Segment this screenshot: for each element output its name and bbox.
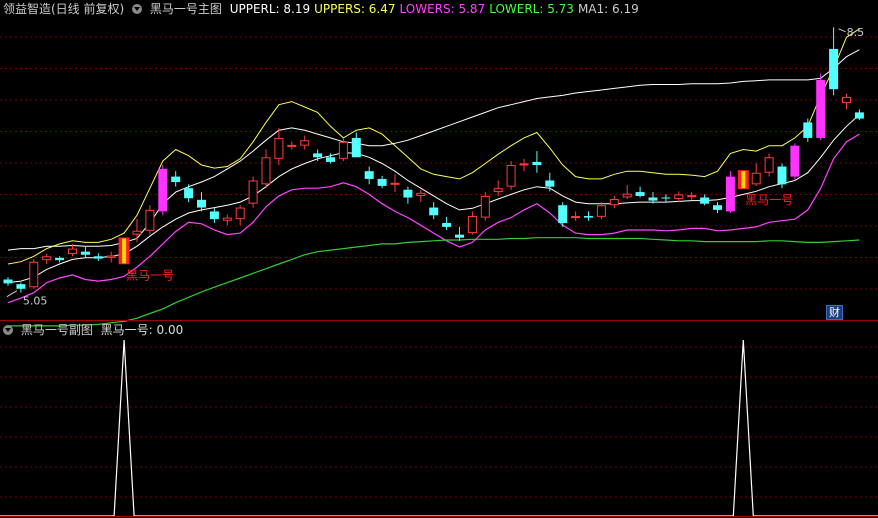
high-price-label: 8.5 [847, 26, 865, 39]
candle-body [351, 137, 361, 158]
candle-body [42, 256, 52, 261]
candle-body [68, 248, 77, 254]
candle-body [584, 216, 593, 218]
candle-body [29, 261, 39, 288]
candle-body [790, 145, 800, 177]
candle-body [506, 165, 516, 187]
candle-body [816, 79, 826, 138]
candle-body [287, 144, 297, 147]
candle-body [674, 194, 684, 200]
candle-body [222, 217, 232, 221]
main-indicator-name[interactable]: 黑马一号主图 [150, 2, 222, 16]
candle-body [338, 141, 348, 159]
candle-body [648, 197, 658, 201]
line-heima-sub [0, 339, 878, 517]
candle-body [803, 122, 813, 138]
candle-body [480, 195, 490, 218]
candle-body [467, 216, 477, 234]
sub-indicator-name[interactable]: 黑马一号副图 [21, 323, 93, 337]
candle-body [377, 178, 387, 186]
candle-body [171, 176, 181, 183]
chart-canvas: 黑马一号黑马一号5.058.5 [0, 26, 878, 517]
candle-body [80, 251, 90, 255]
sub-header: 黑马一号副图 黑马一号: 0.00 [3, 322, 187, 338]
candle-body [455, 234, 464, 238]
candle-body [326, 157, 335, 162]
candle-body [725, 176, 735, 212]
low-price-label: 5.05 [23, 295, 48, 308]
indicator-value-3: LOWERL: 5.73 [489, 2, 574, 16]
sub-indicator-dropdown-icon[interactable] [3, 325, 13, 335]
candle-body [571, 216, 581, 219]
candle-body [842, 96, 851, 104]
candle-body [558, 205, 568, 224]
candle-body [313, 153, 323, 158]
candle-body [197, 199, 206, 208]
main-grid [0, 36, 878, 290]
candle-body [158, 168, 168, 212]
candle-body [248, 180, 258, 204]
candle-body [713, 205, 722, 210]
candle-body [661, 197, 671, 199]
candle-body [93, 256, 103, 259]
candle-body [609, 199, 619, 206]
indicator-value-0: UPPERL: 8.19 [229, 2, 311, 16]
sub-indicator-plot [0, 339, 878, 517]
indicator-value-2: LOWERS: 5.87 [399, 2, 486, 16]
candle-body [764, 157, 774, 173]
candle-body [854, 112, 864, 119]
indicator-value-4: MA1: 6.19 [577, 2, 639, 16]
stock-title: 领益智造(日线 前复权) [3, 2, 125, 16]
line-upperl [7, 49, 860, 251]
candle-body [403, 189, 413, 198]
candle-body [493, 188, 503, 193]
main-header: 领益智造(日线 前复权) 黑马一号主图 UPPERL: 8.19 UPPERS: … [3, 1, 647, 17]
candle-body [687, 195, 697, 198]
candle-body [416, 192, 426, 196]
candle-body [622, 193, 632, 198]
candle-body [145, 209, 155, 231]
candle-body [261, 157, 271, 185]
low-marker [6, 290, 18, 298]
candle-body [635, 192, 645, 196]
candle-body [55, 257, 65, 261]
candle-body [364, 171, 374, 179]
signal-candle-core [741, 171, 746, 189]
finance-badge[interactable]: 财 [826, 305, 843, 320]
signal-candle-core [122, 238, 127, 264]
candle-body [3, 279, 13, 284]
signal-label: 黑马一号 [126, 268, 174, 282]
indicator-dropdown-icon[interactable] [132, 4, 143, 14]
line-uppers [7, 28, 860, 265]
candle-body [209, 211, 219, 220]
candle-body [132, 230, 142, 235]
candle-body [16, 284, 26, 289]
indicator-values: UPPERL: 8.19 UPPERS: 6.47 LOWERS: 5.87 LOWE… [230, 2, 643, 16]
high-marker [838, 28, 846, 33]
candle-body [390, 182, 400, 185]
candle-body [751, 172, 761, 185]
candle-body [235, 207, 245, 220]
candle-body [442, 223, 452, 227]
candle-body [519, 163, 529, 166]
candle-body [274, 137, 284, 159]
candle-body [777, 166, 787, 185]
indicator-value-1: UPPERS: 6.47 [314, 2, 396, 16]
candlestick-series[interactable] [3, 27, 864, 293]
candle-body [106, 255, 116, 258]
candle-body [300, 140, 310, 146]
candle-body [700, 197, 710, 204]
sub-indicator-value: 黑马一号: 0.00 [100, 323, 184, 337]
candle-body [532, 161, 542, 165]
candle-body [829, 48, 839, 90]
candle-body [429, 207, 439, 216]
candle-body [184, 188, 194, 199]
signal-label: 黑马一号 [745, 193, 793, 207]
candle-body [596, 205, 606, 217]
candle-body [545, 180, 555, 187]
